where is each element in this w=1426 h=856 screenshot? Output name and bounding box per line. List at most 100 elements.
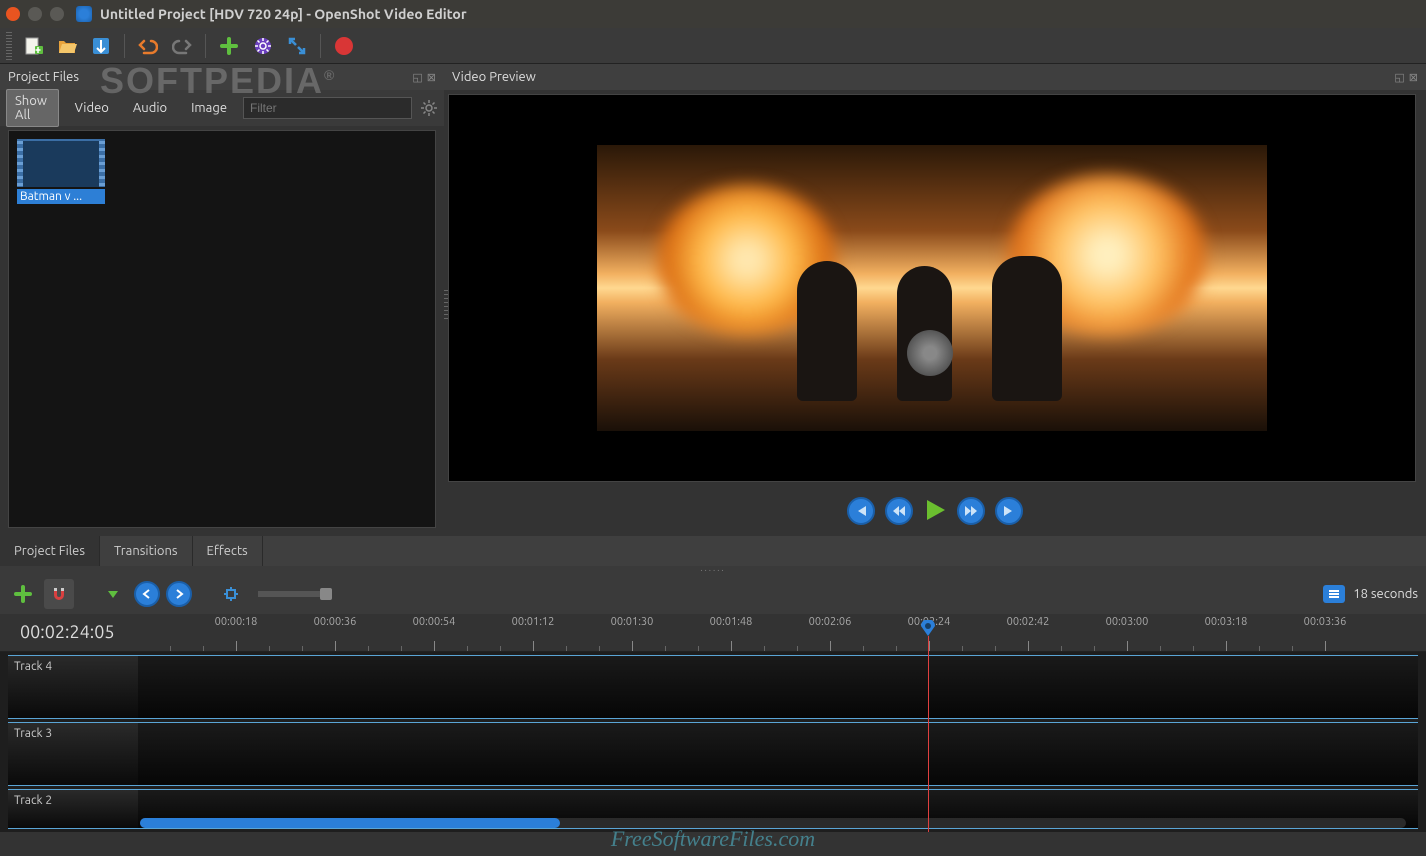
ruler-tick-label: 00:00:36 (314, 616, 357, 628)
horizontal-splitter[interactable]: ······ (0, 566, 1426, 574)
workspace: Project Files ◱ ⊠ Show All Video Audio I… (0, 64, 1426, 536)
ruler-tick-label: 00:01:48 (710, 616, 753, 628)
panel-undock-icon[interactable]: ◱ (1394, 71, 1404, 84)
folder-open-icon (57, 36, 77, 56)
filter-show-all[interactable]: Show All (6, 89, 59, 127)
track-header[interactable]: Track 3 (8, 723, 138, 785)
video-frame (597, 145, 1267, 431)
video-preview-area[interactable] (448, 94, 1416, 482)
track-header[interactable]: Track 2 (8, 790, 138, 828)
save-icon (91, 36, 111, 56)
ruler-tick-label: 00:01:12 (512, 616, 555, 628)
window-minimize-button[interactable] (28, 7, 42, 21)
ruler-tick-label: 00:00:54 (413, 616, 456, 628)
filter-image[interactable]: Image (183, 97, 235, 119)
save-project-button[interactable] (86, 31, 116, 61)
add-track-button[interactable] (8, 579, 38, 609)
track-header[interactable]: Track 4 (8, 656, 138, 718)
file-thumbnail (17, 139, 105, 187)
snap-button[interactable] (44, 579, 74, 609)
track-label: Track 4 (14, 660, 52, 673)
window-controls (6, 7, 64, 21)
magnet-icon (50, 585, 68, 603)
panel-close-icon[interactable]: ⊠ (1409, 71, 1418, 84)
toolbar-grip[interactable] (6, 32, 12, 60)
playhead[interactable] (928, 636, 929, 832)
playhead-handle-icon[interactable] (920, 620, 936, 636)
export-video-button[interactable] (329, 31, 359, 61)
panel-title: Project Files (8, 70, 79, 84)
panel-close-icon[interactable]: ⊠ (427, 71, 436, 84)
jump-start-button[interactable] (847, 497, 875, 525)
zoom-slider-handle[interactable] (320, 588, 332, 600)
main-toolbar (0, 28, 1426, 64)
jump-end-button[interactable] (995, 497, 1023, 525)
playback-controls (444, 486, 1426, 536)
window-title: Untitled Project [HDV 720 24p] - OpenSho… (100, 6, 467, 22)
arrow-right-icon (173, 588, 185, 600)
window-close-button[interactable] (6, 7, 20, 21)
project-file-item[interactable]: Batman v ... (17, 139, 105, 204)
redo-button[interactable] (167, 31, 197, 61)
track-3[interactable]: Track 3 (8, 722, 1418, 786)
filter-settings-button[interactable] (420, 96, 438, 120)
track-4[interactable]: Track 4 (8, 655, 1418, 719)
project-files-area[interactable]: Batman v ... (8, 130, 436, 528)
video-preview-panel: Video Preview ◱ ⊠ (444, 64, 1426, 536)
tab-effects[interactable]: Effects (193, 536, 263, 566)
filter-input[interactable] (243, 97, 412, 119)
track-body[interactable] (138, 723, 1418, 785)
forward-icon (964, 504, 978, 518)
bottom-tabs: Project Files Transitions Effects (0, 536, 1426, 566)
next-marker-button[interactable] (166, 581, 192, 607)
play-icon (923, 498, 947, 522)
ruler-tick-label: 00:02:42 (1007, 616, 1050, 628)
filter-video[interactable]: Video (67, 97, 117, 119)
rewind-button[interactable] (885, 497, 913, 525)
fast-forward-button[interactable] (957, 497, 985, 525)
title-bar: Untitled Project [HDV 720 24p] - OpenSho… (0, 0, 1426, 28)
zoom-level-label: 18 seconds (1353, 587, 1418, 601)
zoom-slider[interactable] (258, 591, 328, 597)
center-playhead-button[interactable] (216, 579, 246, 609)
record-icon (333, 35, 355, 57)
zoom-info-icon (1323, 585, 1345, 603)
filter-audio[interactable]: Audio (125, 97, 175, 119)
current-time-display: 00:02:24:05 (20, 622, 115, 642)
skip-end-icon (1002, 504, 1016, 518)
track-label: Track 3 (14, 727, 52, 740)
import-files-button[interactable] (214, 31, 244, 61)
ruler-tick-label: 00:03:18 (1205, 616, 1248, 628)
rewind-icon (892, 504, 906, 518)
ruler-tick-label: 00:03:36 (1304, 616, 1347, 628)
prev-marker-button[interactable] (134, 581, 160, 607)
new-project-button[interactable] (18, 31, 48, 61)
open-project-button[interactable] (52, 31, 82, 61)
project-files-header: Project Files ◱ ⊠ (0, 64, 444, 90)
panel-undock-icon[interactable]: ◱ (412, 71, 422, 84)
plus-icon (219, 36, 239, 56)
ruler-tick-label: 00:02:06 (809, 616, 852, 628)
fullscreen-button[interactable] (282, 31, 312, 61)
file-label: Batman v ... (17, 189, 105, 204)
file-plus-icon (23, 36, 43, 56)
time-ruler[interactable]: 00:02:24:05 00:00:18 00:00:36 00:00:54 00:0… (0, 614, 1426, 652)
ruler-tick-label: 00:03:00 (1106, 616, 1149, 628)
timeline-scrollbar[interactable] (140, 818, 1406, 828)
tab-project-files[interactable]: Project Files (0, 536, 100, 566)
redo-icon (172, 36, 192, 56)
timeline-scrollbar-thumb[interactable] (140, 818, 560, 828)
window-maximize-button[interactable] (50, 7, 64, 21)
gear-icon (420, 99, 438, 117)
tab-transitions[interactable]: Transitions (100, 536, 193, 566)
undo-icon (138, 36, 158, 56)
marker-button[interactable] (98, 579, 128, 609)
ruler-tick-label: 00:00:18 (215, 616, 258, 628)
ruler-ticks: 00:00:1800:00:3600:00:5400:01:1200:01:30… (180, 614, 1426, 651)
track-body[interactable] (138, 656, 1418, 718)
undo-button[interactable] (133, 31, 163, 61)
fullscreen-icon (287, 36, 307, 56)
timeline: 00:02:24:05 00:00:18 00:00:36 00:00:54 00:0… (0, 614, 1426, 832)
profile-button[interactable] (248, 31, 278, 61)
play-button[interactable] (923, 498, 947, 525)
